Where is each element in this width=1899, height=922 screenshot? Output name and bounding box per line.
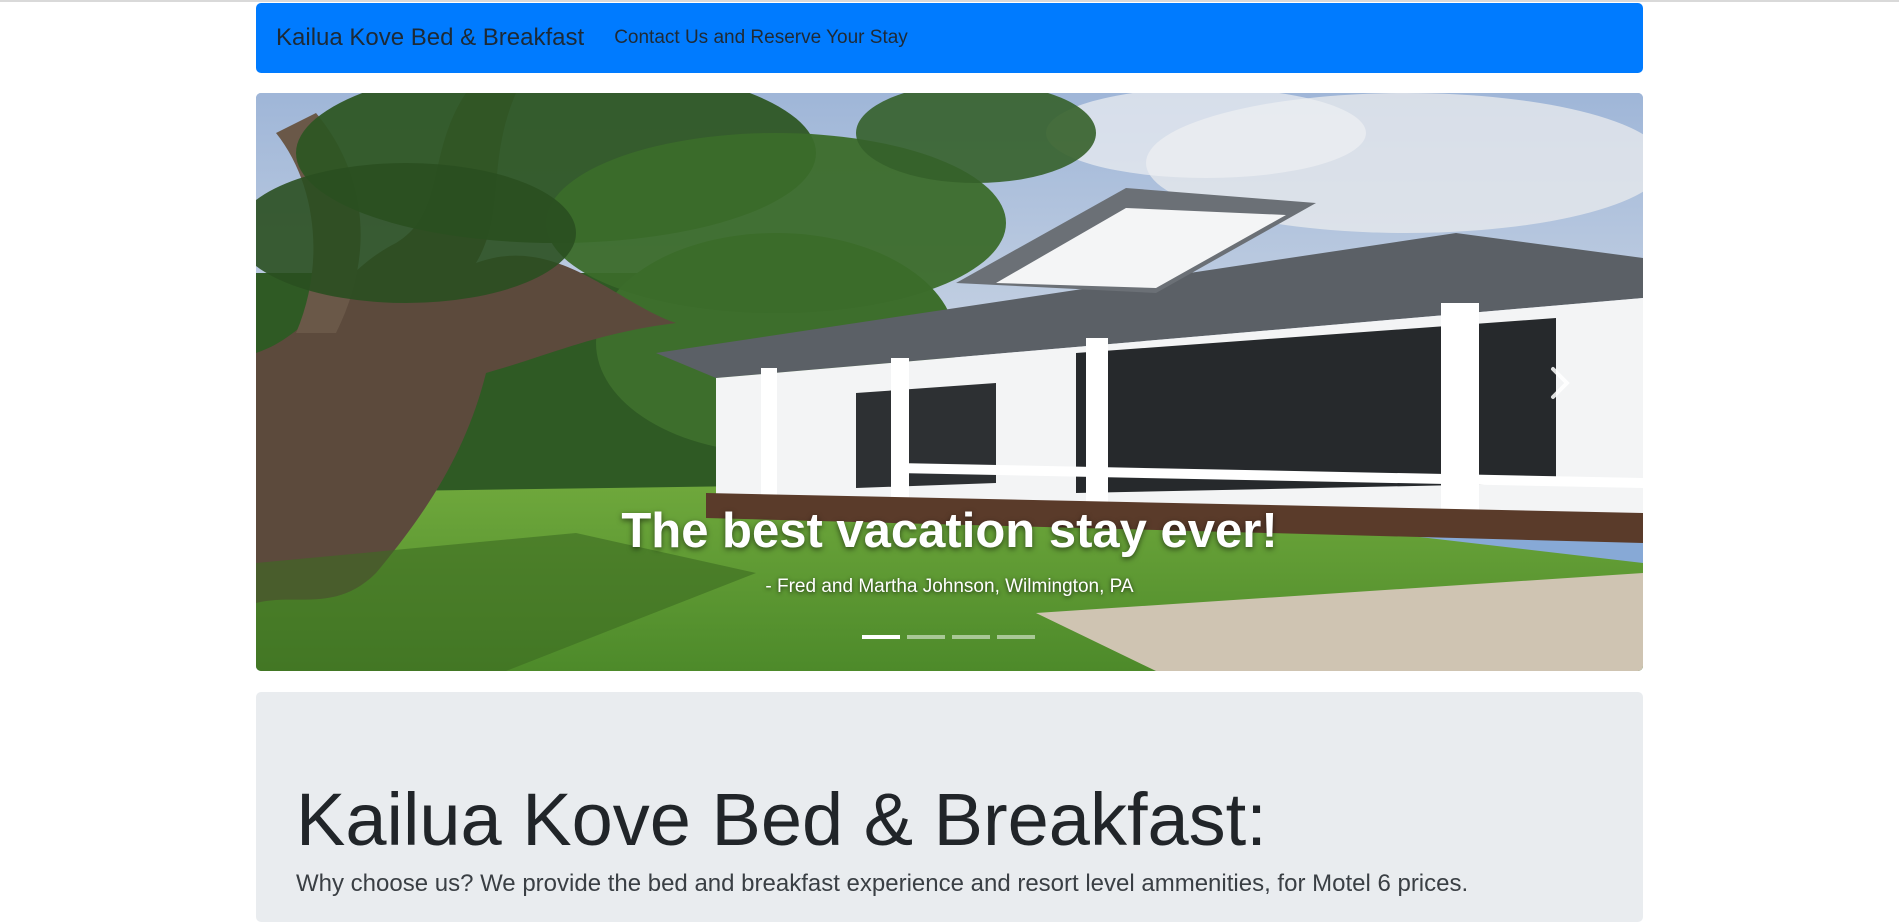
carousel-caption-subtitle: - Fred and Martha Johnson, Wilmington, P…	[765, 576, 1134, 597]
carousel-caption-title: The best vacation stay ever!	[621, 504, 1278, 558]
carousel-indicator[interactable]	[907, 635, 945, 639]
carousel-indicator[interactable]	[862, 635, 900, 639]
page-title: Kailua Kove Bed & Breakfast:	[296, 778, 1267, 861]
carousel-indicator[interactable]	[997, 635, 1035, 639]
nav-link-contact[interactable]: Contact Us and Reserve Your Stay	[614, 27, 908, 49]
carousel-indicator[interactable]	[952, 635, 990, 639]
navbar: Kailua Kove Bed & Breakfast Contact Us a…	[256, 3, 1643, 73]
carousel-indicators	[862, 635, 1035, 639]
navbar-brand[interactable]: Kailua Kove Bed & Breakfast	[276, 24, 584, 52]
page-top-border	[0, 0, 1899, 2]
hero-carousel[interactable]: The best vacation stay ever! - Fred and …	[256, 93, 1643, 671]
carousel-next-button[interactable]	[1549, 365, 1571, 401]
chevron-right-icon	[1551, 367, 1570, 399]
jumbotron: Kailua Kove Bed & Breakfast: Why choose …	[256, 692, 1643, 922]
lead-text: Why choose us? We provide the bed and br…	[296, 870, 1469, 897]
